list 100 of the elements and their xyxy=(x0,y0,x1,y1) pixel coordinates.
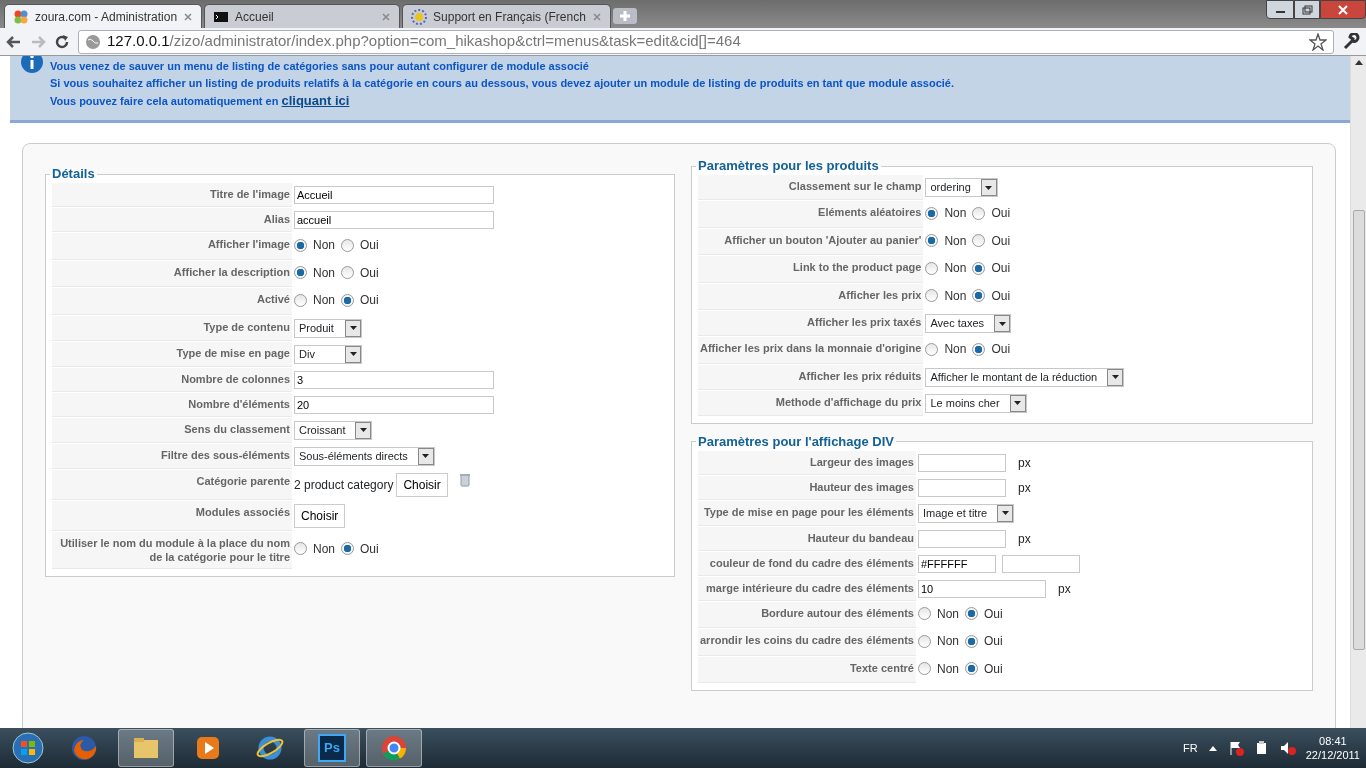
input-field[interactable] xyxy=(917,529,1006,548)
minimize-button[interactable] xyxy=(1266,0,1294,19)
browser-icon xyxy=(256,734,284,762)
field-label: Alias xyxy=(262,212,290,226)
star-icon[interactable] xyxy=(1309,32,1327,51)
radio-button[interactable] xyxy=(917,607,931,620)
radio-button[interactable] xyxy=(972,261,986,275)
radio-button[interactable] xyxy=(972,342,986,356)
dropdown[interactable]: ordering xyxy=(925,178,998,197)
close-button[interactable] xyxy=(1320,0,1366,19)
input-field[interactable]: Accueil xyxy=(294,186,494,204)
option-label: Oui xyxy=(991,232,1011,250)
option-label: Oui xyxy=(991,341,1011,358)
field-label: Afficher les prix taxés xyxy=(807,316,922,328)
input-field[interactable]: 20 xyxy=(294,395,494,414)
radio-button[interactable] xyxy=(925,206,939,220)
address-field[interactable]: 127.0.0.1/zizo/administrator/index.php?option=com_hikashop&ctrl=menus&task=edit&cid[]=464 xyxy=(78,29,1334,54)
new-tab-button[interactable] xyxy=(612,8,637,24)
radio-button[interactable] xyxy=(341,238,354,252)
field-label: Hauteur du bandeau xyxy=(807,531,914,544)
radio-button[interactable] xyxy=(972,234,986,247)
field-label: Nombre de colonnes xyxy=(180,371,290,386)
option-label: Non xyxy=(944,205,967,222)
radio-button[interactable] xyxy=(965,607,978,620)
field-label: Largeur des images xyxy=(810,455,914,468)
field-label: Type de mise en page xyxy=(175,345,290,360)
reload-icon[interactable] xyxy=(54,33,70,50)
radio-button[interactable] xyxy=(972,289,986,302)
windows-logo-icon xyxy=(12,732,44,764)
field-label: Afficher les prix dans la monnaie d'origine xyxy=(700,342,922,354)
radio-button[interactable] xyxy=(965,662,978,675)
dropdown[interactable]: Produit xyxy=(294,318,362,338)
input-field[interactable] xyxy=(1001,554,1080,573)
radio-button[interactable] xyxy=(925,342,939,356)
dropdown[interactable]: Div xyxy=(294,344,362,364)
message-text: Vous pouvez faire cela automatiquement en xyxy=(50,95,279,107)
dropdown[interactable]: Sous-éléments directs xyxy=(294,446,435,466)
field-label: Nombre d'éléments xyxy=(187,396,290,411)
dropdown[interactable]: Afficher le montant de la réduction xyxy=(925,367,1125,387)
wrench-icon[interactable] xyxy=(1342,32,1360,51)
radio-button[interactable] xyxy=(917,662,931,675)
option-label: Oui xyxy=(360,237,379,254)
radio-button[interactable] xyxy=(917,634,931,648)
radio-button[interactable] xyxy=(341,266,354,279)
play-icon xyxy=(194,734,222,762)
radio-button[interactable] xyxy=(341,293,354,307)
option-label: Non xyxy=(944,341,967,358)
dropdown[interactable]: Croissant xyxy=(294,420,373,440)
input-field[interactable]: 10 xyxy=(917,579,1046,598)
field-label: Texte centré xyxy=(849,661,914,674)
dropdown[interactable]: Le moins cher xyxy=(925,393,1027,413)
radio-button[interactable] xyxy=(294,293,307,307)
maximize-button[interactable] xyxy=(1294,0,1320,19)
unit-label: px xyxy=(1016,531,1031,546)
field-label: Afficher l'image xyxy=(206,237,290,251)
option-label: Oui xyxy=(360,292,379,309)
option-label: Oui xyxy=(360,540,379,558)
dropdown[interactable]: Avec taxes xyxy=(925,314,1012,333)
radio-button[interactable] xyxy=(972,206,986,220)
speaker-icon[interactable] xyxy=(1279,740,1296,756)
option-label: Oui xyxy=(991,260,1011,277)
input-field[interactable] xyxy=(917,453,1006,472)
back-icon[interactable] xyxy=(6,33,22,50)
radio-button[interactable] xyxy=(294,238,307,252)
caret-icon xyxy=(984,184,994,191)
field-label: Afficher les prix réduits xyxy=(798,369,922,382)
choose-button[interactable]: Choisir xyxy=(294,503,346,528)
input-field[interactable]: accueil xyxy=(294,211,494,229)
taskbar-app[interactable]: Ps xyxy=(304,729,360,767)
caret-icon xyxy=(348,351,358,357)
option-label: Non xyxy=(313,264,335,282)
up-arrow-icon[interactable] xyxy=(1207,744,1218,752)
scrollbar[interactable] xyxy=(1350,56,1366,728)
dropdown[interactable]: Image et titre xyxy=(917,503,1015,523)
radio-button[interactable] xyxy=(341,542,354,556)
radio-button[interactable] xyxy=(965,634,978,648)
field-label: Link to the product page xyxy=(793,261,922,273)
clock[interactable]: 08:41 22/12/2011 xyxy=(1305,734,1360,762)
radio-button[interactable] xyxy=(925,234,939,247)
radio-button[interactable] xyxy=(925,289,939,302)
option-label: Non xyxy=(944,232,967,250)
browser-tab[interactable]: Support en Français (French xyxy=(402,4,611,28)
radio-button[interactable] xyxy=(294,542,307,556)
browser-tab[interactable]: zoura.com - Administration xyxy=(4,4,203,28)
browser-tab[interactable]: Accueil xyxy=(204,4,401,28)
close-icon[interactable] xyxy=(183,11,194,22)
flag-icon[interactable] xyxy=(1227,740,1244,756)
option-label: Non xyxy=(944,260,967,277)
url-text: 127.0.0.1/zizo/administrator/index.php?option=com_hikashop&ctrl=menus&task=edit&cid[]=464 xyxy=(107,31,741,52)
choose-button[interactable]: Choisir xyxy=(396,472,448,497)
radio-button[interactable] xyxy=(294,266,307,279)
input-field[interactable]: #FFFFFF xyxy=(917,554,996,573)
input-field[interactable]: 3 xyxy=(294,370,494,389)
message-link[interactable]: cliquant ici xyxy=(281,93,350,108)
input-field[interactable] xyxy=(917,478,1006,497)
option-label: Non xyxy=(936,660,959,678)
option-label: Oui xyxy=(984,660,1003,678)
language-indicator[interactable]: FR xyxy=(1183,739,1198,757)
radio-button[interactable] xyxy=(925,261,939,275)
field-label: marge intérieure du cadre des éléments xyxy=(706,581,914,594)
